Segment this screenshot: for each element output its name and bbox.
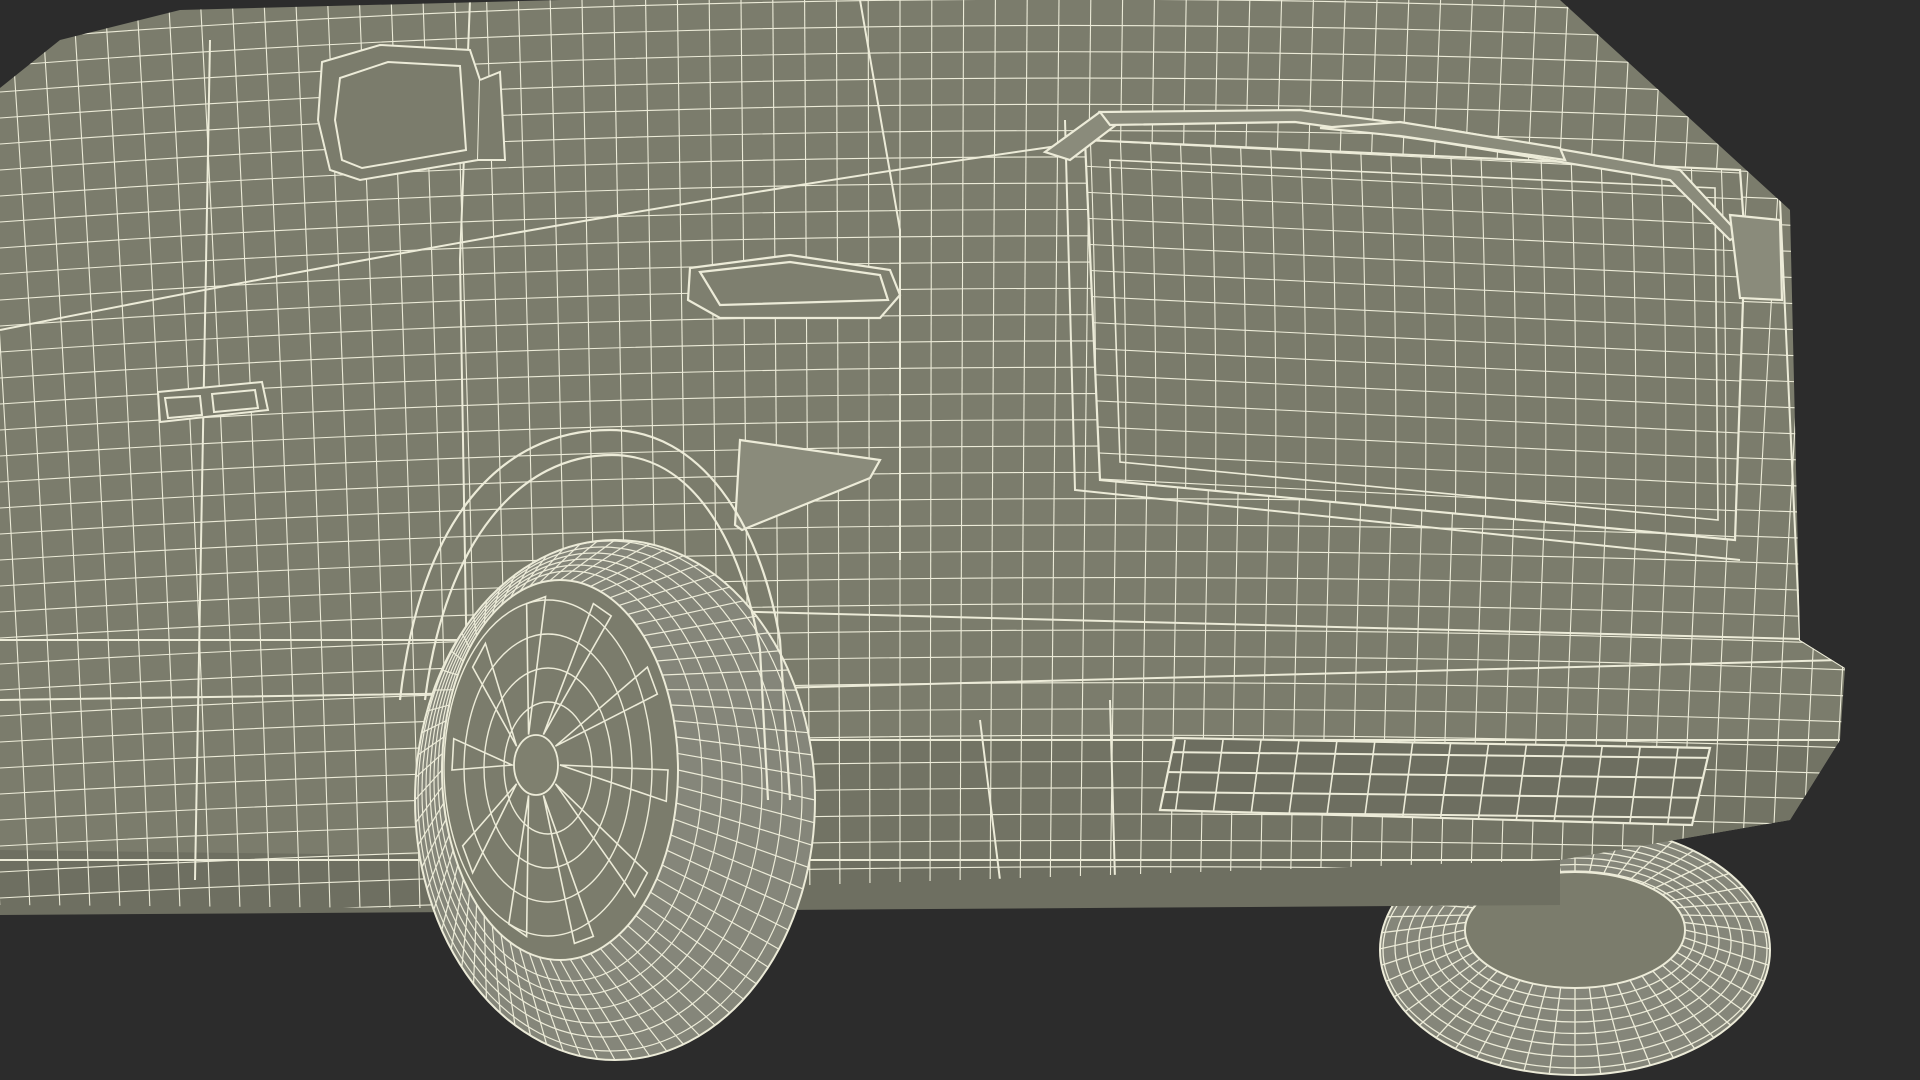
left-front-wheel <box>414 539 816 1061</box>
render-viewport <box>0 0 1920 1080</box>
wireframe-render <box>0 0 1845 1076</box>
